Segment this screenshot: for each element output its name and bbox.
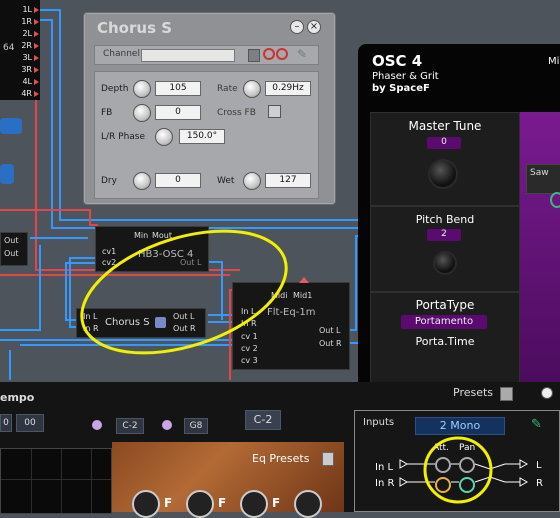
highlight-annotations (80, 229, 493, 504)
